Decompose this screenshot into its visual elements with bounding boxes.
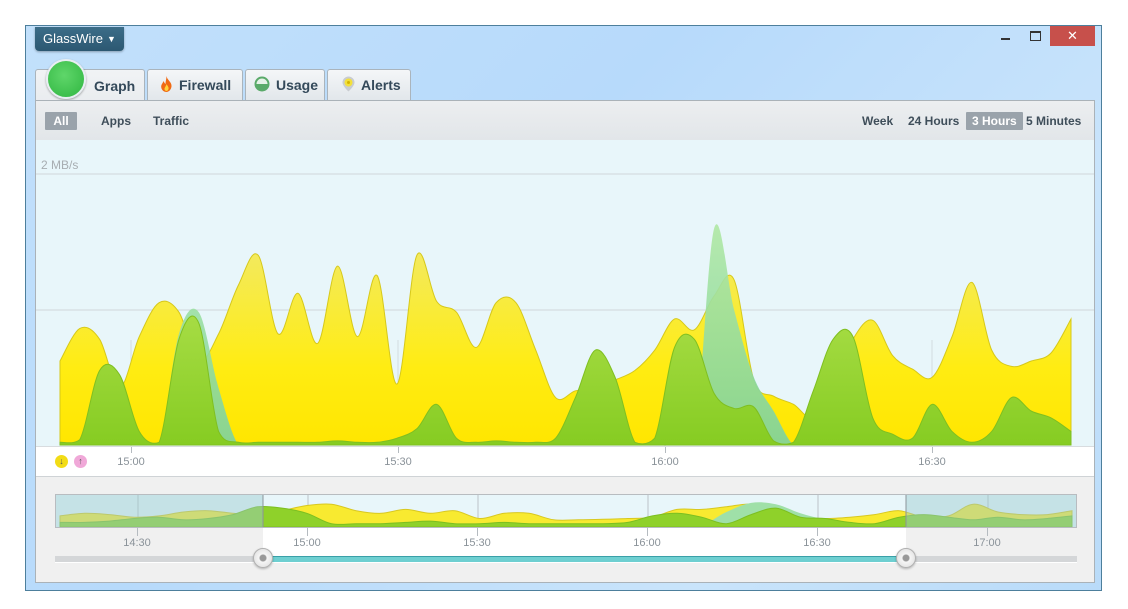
range-5-minutes[interactable]: 5 Minutes	[1020, 112, 1087, 130]
close-icon: ✕	[1067, 28, 1078, 43]
app-window: GlassWire ▼ ✕ Graph Firewall Usage Alerts…	[25, 25, 1102, 591]
timeline-end-handle[interactable]	[896, 548, 916, 568]
timeline-tick-mark	[647, 528, 648, 536]
x-tick-mark	[398, 447, 399, 453]
x-tick-label: 15:00	[117, 456, 145, 468]
range-24-hours[interactable]: 24 Hours	[902, 112, 965, 130]
graph-panel: All Apps Traffic Week 24 Hours 3 Hours 5…	[35, 100, 1095, 583]
tab-graph-label: Graph	[94, 78, 136, 94]
timeline-tick-label: 16:00	[633, 537, 661, 549]
maximize-icon	[1029, 31, 1041, 41]
range-3-hours[interactable]: 3 Hours	[966, 112, 1023, 130]
minimize-button[interactable]	[990, 26, 1020, 46]
timeline-tick-label: 17:00	[973, 537, 1001, 549]
tab-usage[interactable]: Usage	[245, 69, 325, 100]
timeline-dim-left	[56, 495, 263, 527]
timeline-chart-svg	[56, 495, 1076, 527]
app-menu-label: GlassWire	[43, 31, 103, 46]
chevron-down-icon: ▼	[106, 34, 116, 44]
timeline-tick-mark	[307, 528, 308, 536]
range-week[interactable]: Week	[856, 112, 899, 130]
minimize-icon	[1000, 38, 1010, 40]
x-tick-mark	[665, 447, 666, 453]
graph-toolbar: All Apps Traffic Week 24 Hours 3 Hours 5…	[36, 101, 1094, 141]
y-axis-label: 2 MB/s	[41, 158, 78, 172]
tab-graph[interactable]: Graph	[35, 59, 145, 102]
x-tick-mark	[932, 447, 933, 453]
tab-alerts[interactable]: Alerts	[327, 69, 411, 100]
timeline-tick-mark	[477, 528, 478, 536]
timeline-tick-mark	[987, 528, 988, 536]
window-controls: ✕	[990, 26, 1095, 46]
tab-firewall[interactable]: Firewall	[147, 69, 243, 100]
x-tick-label: 16:00	[651, 456, 679, 468]
alert-pin-icon	[342, 76, 355, 95]
timeline-dim-right	[906, 495, 1076, 527]
timeline-overview[interactable]	[55, 494, 1077, 528]
timeline-axis: 14:30 15:00 15:30 16:00 16:30 17:00	[36, 528, 1094, 558]
x-axis: ↓ ↑ 15:00 15:30 16:00 16:30	[36, 446, 1094, 477]
timeline-tick-label: 15:30	[463, 537, 491, 549]
filter-traffic[interactable]: Traffic	[147, 112, 195, 130]
traffic-chart-svg: 2 MB/s	[36, 158, 1094, 446]
x-tick-label: 15:30	[384, 456, 412, 468]
flame-icon	[160, 75, 173, 95]
download-legend-icon[interactable]: ↓	[55, 455, 68, 468]
upload-legend-icon[interactable]: ↑	[74, 455, 87, 468]
timeline-tick-label: 15:00	[293, 537, 321, 549]
tab-alerts-label: Alerts	[361, 77, 401, 93]
close-button[interactable]: ✕	[1050, 26, 1095, 46]
filter-apps[interactable]: Apps	[95, 112, 137, 130]
usage-gauge-icon	[254, 76, 270, 95]
app-menu-button[interactable]: GlassWire ▼	[35, 27, 124, 51]
graph-badge-icon	[46, 59, 86, 99]
timeline-slider-range[interactable]	[263, 556, 906, 562]
x-tick-label: 16:30	[918, 456, 946, 468]
timeline-tick-mark	[817, 528, 818, 536]
timeline-start-handle[interactable]	[253, 548, 273, 568]
timeline-tick-label: 16:30	[803, 537, 831, 549]
tab-usage-label: Usage	[276, 77, 319, 93]
maximize-button[interactable]	[1020, 26, 1050, 46]
x-tick-mark	[131, 447, 132, 453]
filter-all[interactable]: All	[45, 112, 77, 130]
traffic-graph[interactable]: 2 MB/s	[36, 140, 1094, 446]
tab-firewall-label: Firewall	[179, 77, 232, 93]
timeline-tick-mark	[137, 528, 138, 536]
timeline-tick-label: 14:30	[123, 537, 151, 549]
